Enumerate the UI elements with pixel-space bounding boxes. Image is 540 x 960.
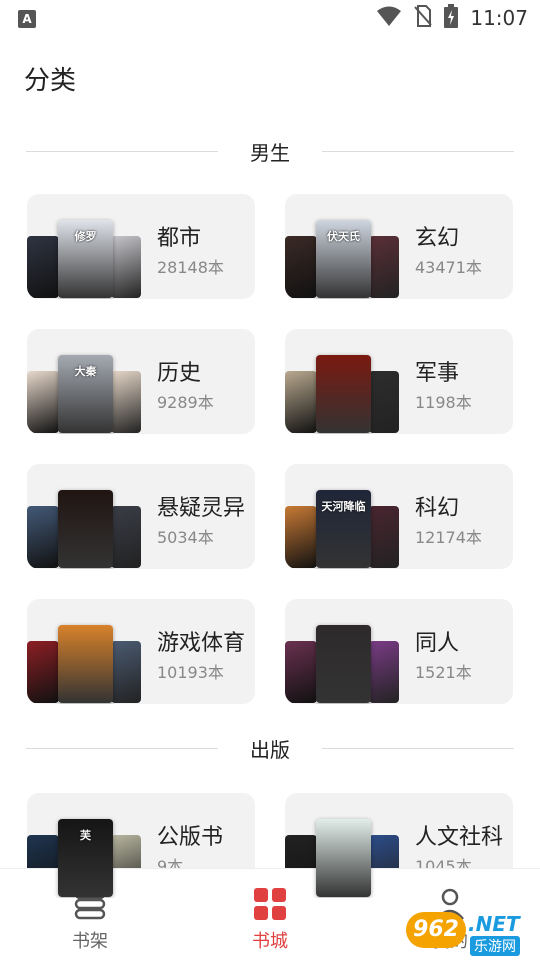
nav-label: 书架: [72, 931, 108, 952]
battery-charging-icon: [444, 4, 459, 32]
wifi-icon: [376, 5, 402, 31]
book-count: 10193本: [157, 663, 224, 682]
category-card[interactable]: 天河降临 科幻 12174本: [285, 464, 513, 569]
divider: [26, 150, 218, 152]
book-covers: 大秦: [27, 329, 157, 434]
book-cover: [369, 506, 399, 568]
book-covers: [285, 599, 415, 704]
book-cover: [285, 236, 317, 298]
book-cover: [285, 371, 317, 433]
category-name: 游戏体育: [157, 631, 246, 656]
book-count: 1521本: [415, 663, 472, 682]
section-label: 男生: [250, 140, 290, 165]
book-cover: [27, 641, 59, 703]
category-card[interactable]: 修罗 都市 28148本: [27, 194, 255, 299]
book-count: 1198本: [415, 393, 472, 412]
section-label: 出版: [250, 737, 290, 762]
category-name: 玄幻: [415, 226, 460, 251]
divider: [322, 747, 514, 749]
book-cover: [58, 625, 113, 703]
watermark-logo: 962 .NET 乐游网: [406, 910, 532, 956]
category-card[interactable]: 悬疑灵异 5034本: [27, 464, 255, 569]
category-name: 历史: [157, 361, 202, 386]
category-name: 都市: [157, 226, 202, 251]
cover-title: 天河降临: [321, 500, 366, 513]
book-cover: [27, 371, 59, 433]
category-name: 同人: [415, 631, 460, 656]
watermark-sub: 乐游网: [470, 936, 520, 956]
cover-title: 修罗: [74, 230, 97, 243]
book-cover: [27, 236, 59, 298]
divider: [26, 747, 218, 749]
page-title: 分类: [24, 66, 77, 96]
book-cover: 大秦: [58, 355, 113, 433]
cover-title: 芙: [80, 829, 91, 842]
category-card[interactable]: 同人 1521本: [285, 599, 513, 704]
book-count: 28148本: [157, 258, 224, 277]
book-count: 9289本: [157, 393, 214, 412]
book-cover: [369, 641, 399, 703]
book-cover: [58, 490, 113, 568]
book-cover: [111, 371, 141, 433]
book-cover: [316, 625, 371, 703]
book-cover: 修罗: [58, 220, 113, 298]
nav-tab-bookstore[interactable]: 书城: [220, 885, 320, 955]
clock-time: 11:07: [470, 6, 528, 30]
category-card[interactable]: 游戏体育 10193本: [27, 599, 255, 704]
book-cover: [27, 506, 59, 568]
category-card[interactable]: 大秦 历史 9289本: [27, 329, 255, 434]
category-name: 人文社科: [415, 825, 504, 850]
book-cover: [111, 641, 141, 703]
category-card[interactable]: 伏天氏 玄幻 43471本: [285, 194, 513, 299]
book-cover: [369, 371, 399, 433]
category-card[interactable]: 军事 1198本: [285, 329, 513, 434]
watermark-badge: 962: [406, 912, 466, 948]
book-cover: [111, 236, 141, 298]
book-cover: [316, 819, 371, 897]
section-header-male: 男生: [26, 136, 514, 166]
book-cover: [285, 641, 317, 703]
book-count: 5034本: [157, 528, 214, 547]
book-cover: [111, 506, 141, 568]
book-count: 12174本: [415, 528, 482, 547]
book-cover: 芙: [58, 819, 113, 897]
book-cover: [285, 506, 317, 568]
book-cover: 伏天氏: [316, 220, 371, 298]
book-covers: 修罗: [27, 194, 157, 299]
book-covers: [27, 464, 157, 569]
status-bar: A 11:07: [0, 0, 540, 36]
bookstore-grid-icon: [253, 887, 287, 921]
section-header-publishing: 出版: [26, 733, 514, 763]
watermark-net: .NET: [468, 912, 520, 936]
cover-title: 伏天氏: [327, 230, 360, 243]
category-name: 科幻: [415, 496, 460, 521]
no-sim-icon: [414, 5, 433, 31]
book-cover: [316, 355, 371, 433]
category-name: 悬疑灵异: [157, 496, 246, 521]
book-cover: 天河降临: [316, 490, 371, 568]
book-covers: 伏天氏: [285, 194, 415, 299]
category-name: 军事: [415, 361, 460, 386]
cover-title: 大秦: [74, 365, 97, 378]
book-covers: [27, 599, 157, 704]
book-cover: [369, 236, 399, 298]
book-covers: [285, 329, 415, 434]
app-notification-icon: A: [18, 10, 36, 28]
divider: [322, 150, 514, 152]
book-count: 43471本: [415, 258, 482, 277]
category-name: 公版书: [157, 825, 224, 850]
book-covers: 天河降临: [285, 464, 415, 569]
nav-label: 书城: [252, 931, 288, 952]
